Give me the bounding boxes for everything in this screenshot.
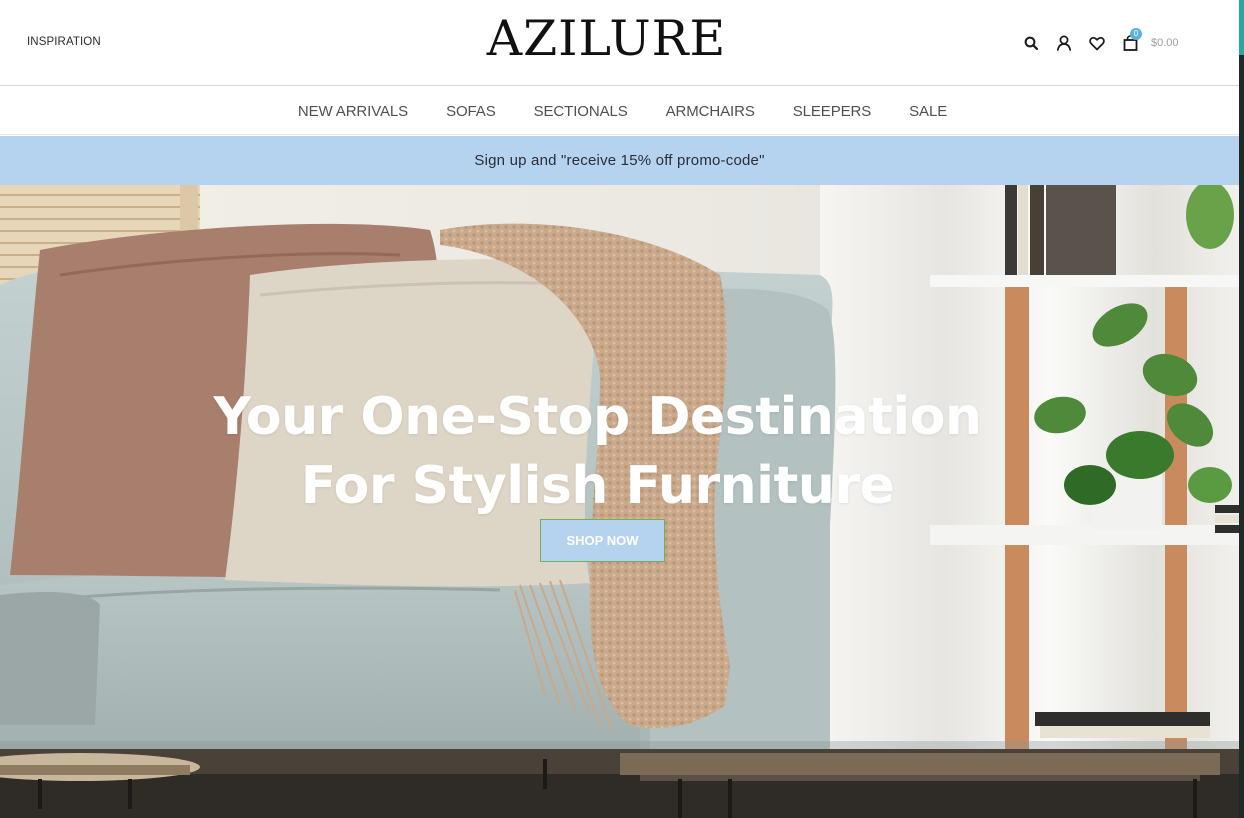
user-icon[interactable] xyxy=(1053,32,1075,54)
hero-banner: Your One-Stop Destination For Stylish Fu… xyxy=(0,185,1239,749)
next-section-image xyxy=(0,749,1239,818)
promo-banner[interactable]: Sign up and "receive 15% off promo-code" xyxy=(0,136,1239,185)
search-icon[interactable] xyxy=(1020,32,1042,54)
promo-text: Sign up and "receive 15% off promo-code" xyxy=(474,152,765,169)
nav-item-armchairs[interactable]: ARMCHAIRS xyxy=(666,103,755,120)
hero-title-line1: Your One-Stop Destination xyxy=(213,387,982,447)
hero-title-line2: For Stylish Furniture xyxy=(300,456,895,516)
scrollbar-edge xyxy=(1239,0,1244,818)
scrollbar-accent xyxy=(1239,0,1244,55)
hero-title: Your One-Stop Destination For Stylish Fu… xyxy=(0,383,1195,521)
nav-item-new-arrivals[interactable]: NEW ARRIVALS xyxy=(298,103,408,120)
header-actions: 0 $0.00 xyxy=(1020,28,1179,55)
site-logo[interactable]: AZILURE xyxy=(484,6,729,72)
nav-item-sleepers[interactable]: SLEEPERS xyxy=(793,103,872,120)
inspiration-link[interactable]: INSPIRATION xyxy=(27,36,101,48)
next-section-illustration xyxy=(0,749,1239,818)
page: INSPIRATION AZILURE 0 $0.00 NEW ARRIVALS… xyxy=(0,0,1239,818)
nav-item-sale[interactable]: SALE xyxy=(909,103,947,120)
site-header: INSPIRATION AZILURE 0 $0.00 xyxy=(0,0,1239,86)
cart-count-badge: 0 xyxy=(1130,28,1142,40)
main-nav: NEW ARRIVALS SOFAS SECTIONALS ARMCHAIRS … xyxy=(0,87,1239,135)
nav-item-sectionals[interactable]: SECTIONALS xyxy=(534,103,628,120)
cart-total[interactable]: $0.00 xyxy=(1151,37,1179,49)
heart-icon[interactable] xyxy=(1086,32,1108,54)
nav-item-sofas[interactable]: SOFAS xyxy=(446,103,496,120)
shop-now-button[interactable]: SHOP NOW xyxy=(540,519,665,562)
cart-button[interactable]: 0 xyxy=(1119,28,1142,54)
